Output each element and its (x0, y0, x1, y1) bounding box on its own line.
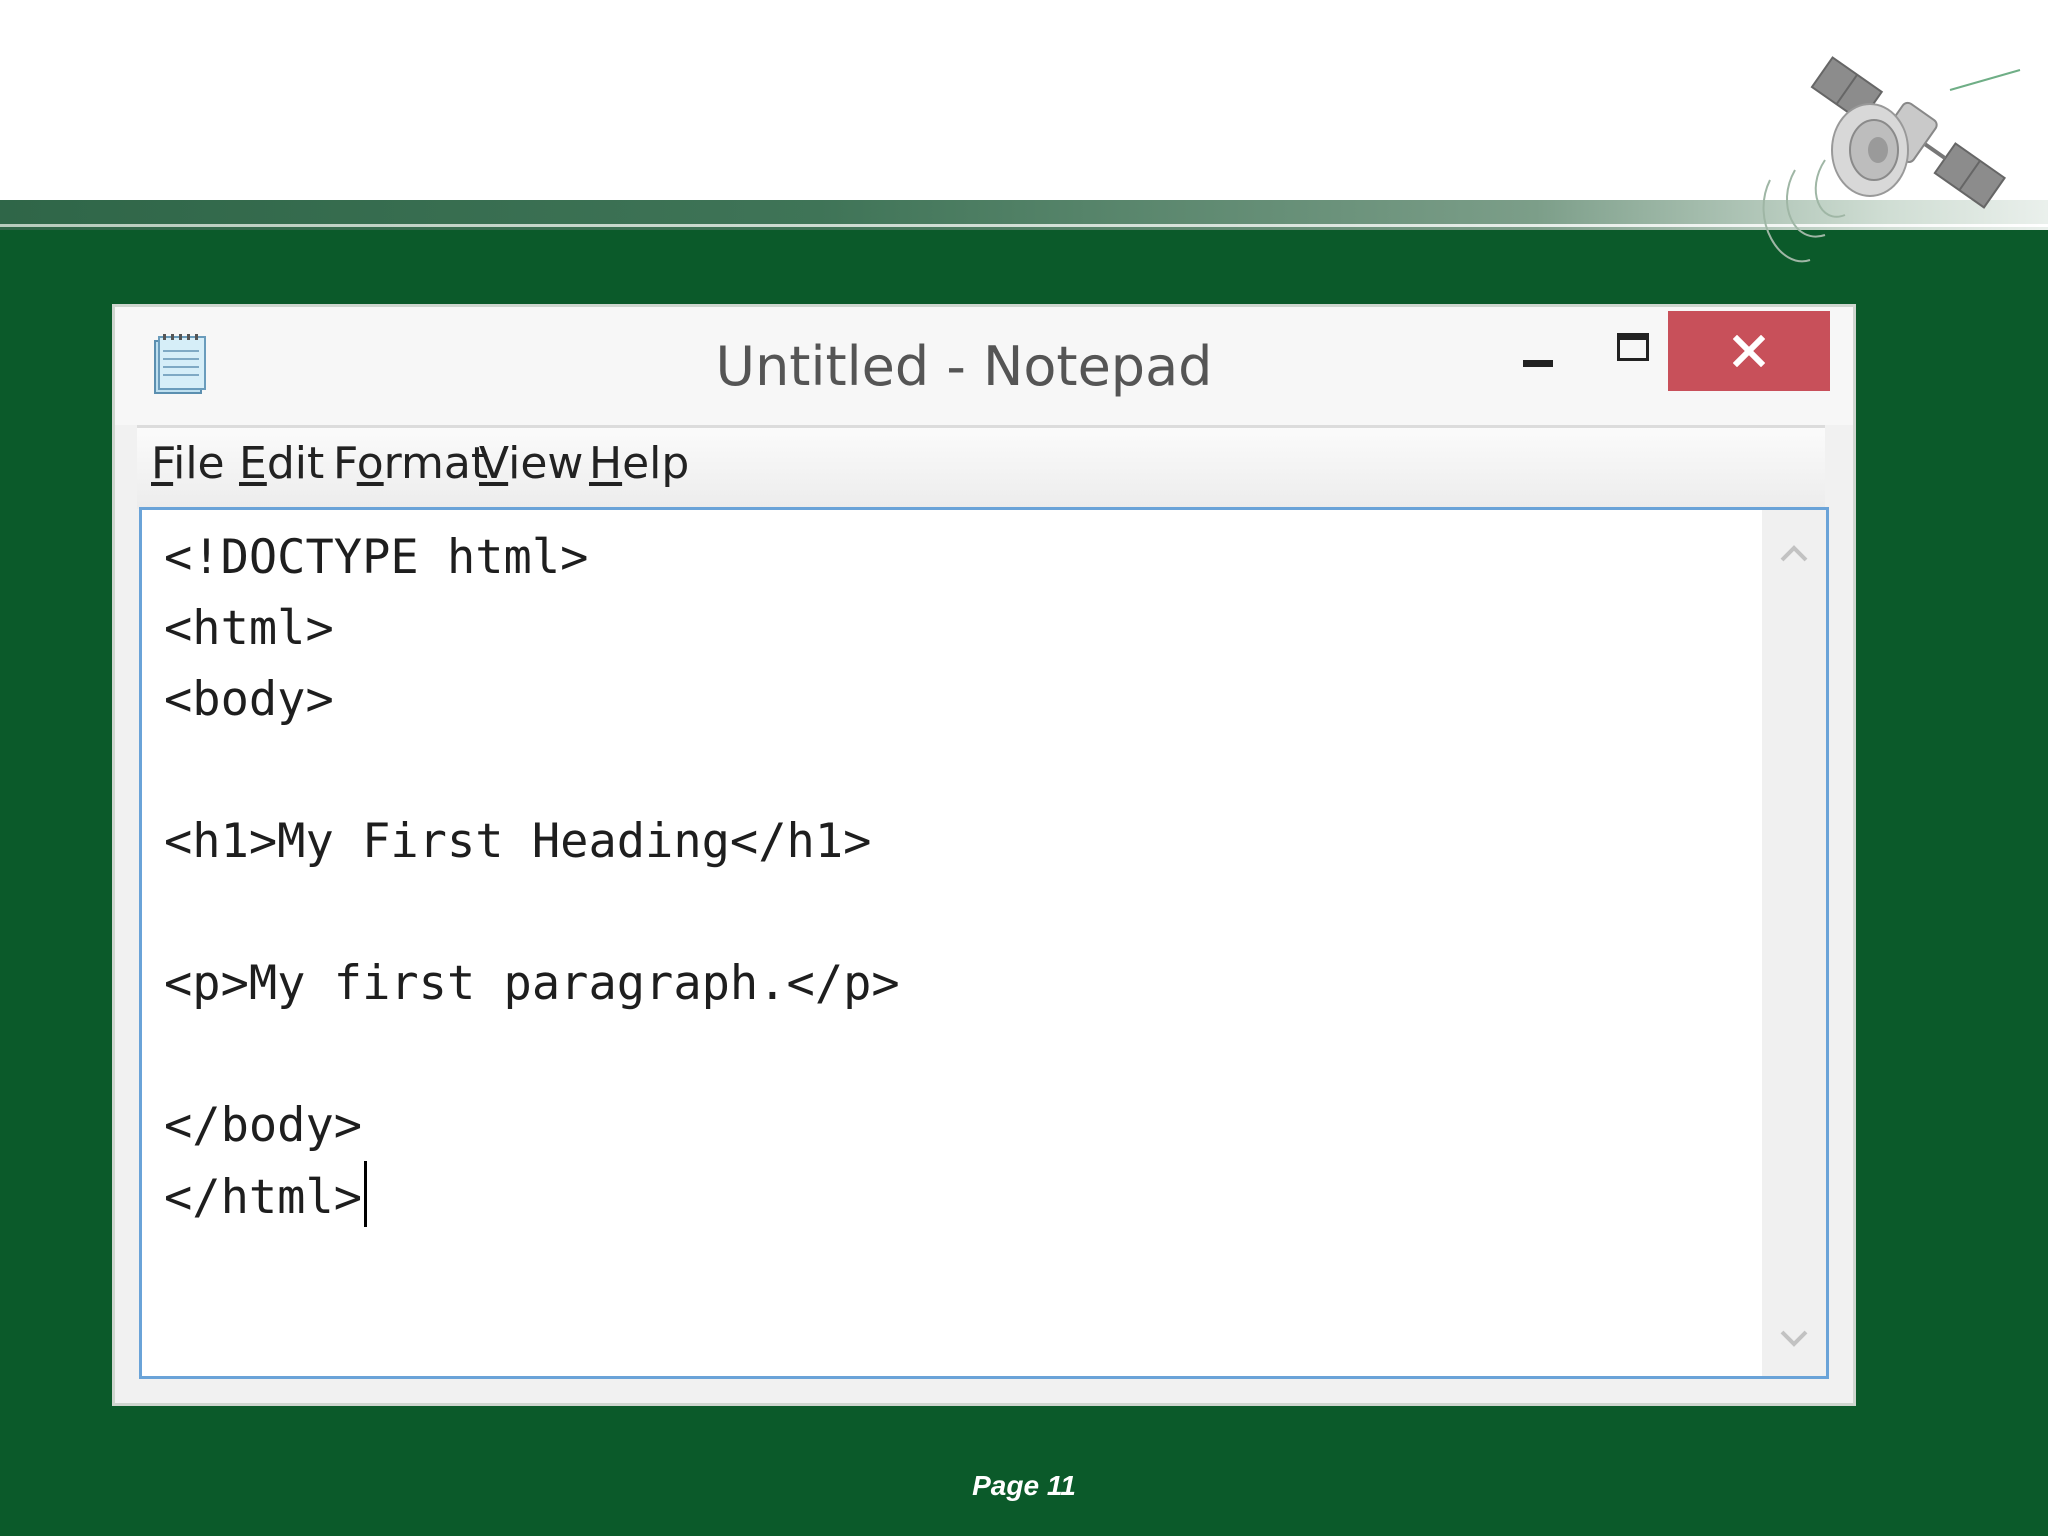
menu-format-prefix: F (333, 438, 357, 489)
menu-format[interactable]: Format (333, 438, 488, 489)
menu-help[interactable]: Help (589, 438, 689, 489)
text-editor[interactable]: <!DOCTYPE html> <html> <body> <h1>My Fir… (139, 507, 1829, 1379)
maximize-icon (1617, 333, 1649, 361)
maximize-button[interactable] (1603, 319, 1663, 379)
menu-file-accel: F (151, 438, 174, 489)
menu-edit[interactable]: Edit (239, 438, 324, 489)
page-number: Page 11 (972, 1470, 1076, 1501)
editor-content: <!DOCTYPE html> <html> <body> <h1>My Fir… (164, 530, 900, 1225)
scroll-down-arrow-icon[interactable] (1778, 1326, 1810, 1352)
vertical-scrollbar[interactable] (1762, 510, 1826, 1376)
title-bar[interactable]: Untitled - Notepad (115, 307, 1853, 425)
editor-text-area[interactable]: <!DOCTYPE html> <html> <body> <h1>My Fir… (164, 522, 1744, 1362)
menu-format-accel: o (356, 438, 384, 489)
menu-view-label: iew (508, 438, 584, 489)
close-icon (1733, 335, 1765, 367)
menu-view-accel: V (479, 438, 509, 489)
menu-edit-accel: E (239, 438, 267, 489)
satellite-logo (1762, 56, 2021, 263)
close-button[interactable] (1668, 311, 1830, 391)
menu-help-accel: H (589, 438, 623, 489)
menu-file[interactable]: File (151, 438, 225, 489)
minimize-icon (1523, 360, 1553, 367)
slide-header-background (0, 0, 2048, 200)
menu-format-label: rmat (383, 438, 489, 489)
menu-view[interactable]: View (479, 438, 583, 489)
minimize-button[interactable] (1508, 327, 1568, 387)
slide-header-line (0, 224, 2048, 227)
scroll-up-arrow-icon[interactable] (1778, 540, 1810, 566)
menu-edit-label: dit (266, 438, 325, 489)
menu-help-label: elp (622, 438, 690, 489)
window-title: Untitled - Notepad (715, 335, 1213, 398)
notepad-window[interactable]: Untitled - Notepad File Edit Format View… (112, 304, 1856, 1406)
menu-file-label: ile (173, 438, 225, 489)
slide: Untitled - Notepad File Edit Format View… (0, 0, 2048, 1536)
menu-bar: File Edit Format View Help (137, 425, 1825, 509)
text-caret (364, 1161, 368, 1227)
